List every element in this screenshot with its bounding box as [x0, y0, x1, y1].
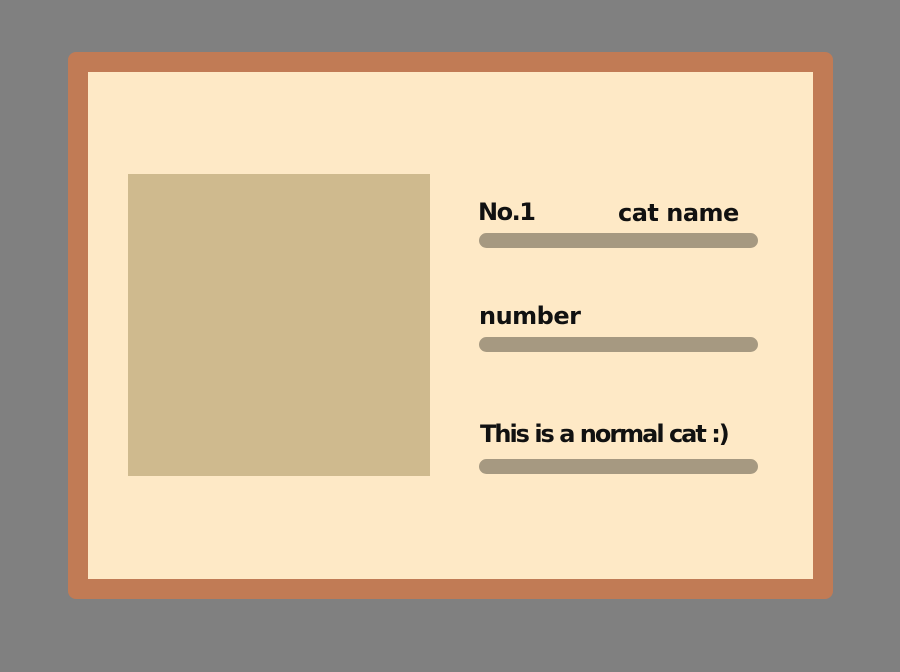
description-field-bar [479, 459, 758, 474]
photo-placeholder [128, 174, 430, 476]
number-field-bar [479, 337, 758, 352]
id-number-label: No.1 [478, 198, 536, 226]
cat-name-label: cat name [618, 199, 739, 227]
name-field-bar [479, 233, 758, 248]
description-label: This is a normal cat :) [480, 420, 730, 448]
number-label: number [479, 302, 581, 330]
